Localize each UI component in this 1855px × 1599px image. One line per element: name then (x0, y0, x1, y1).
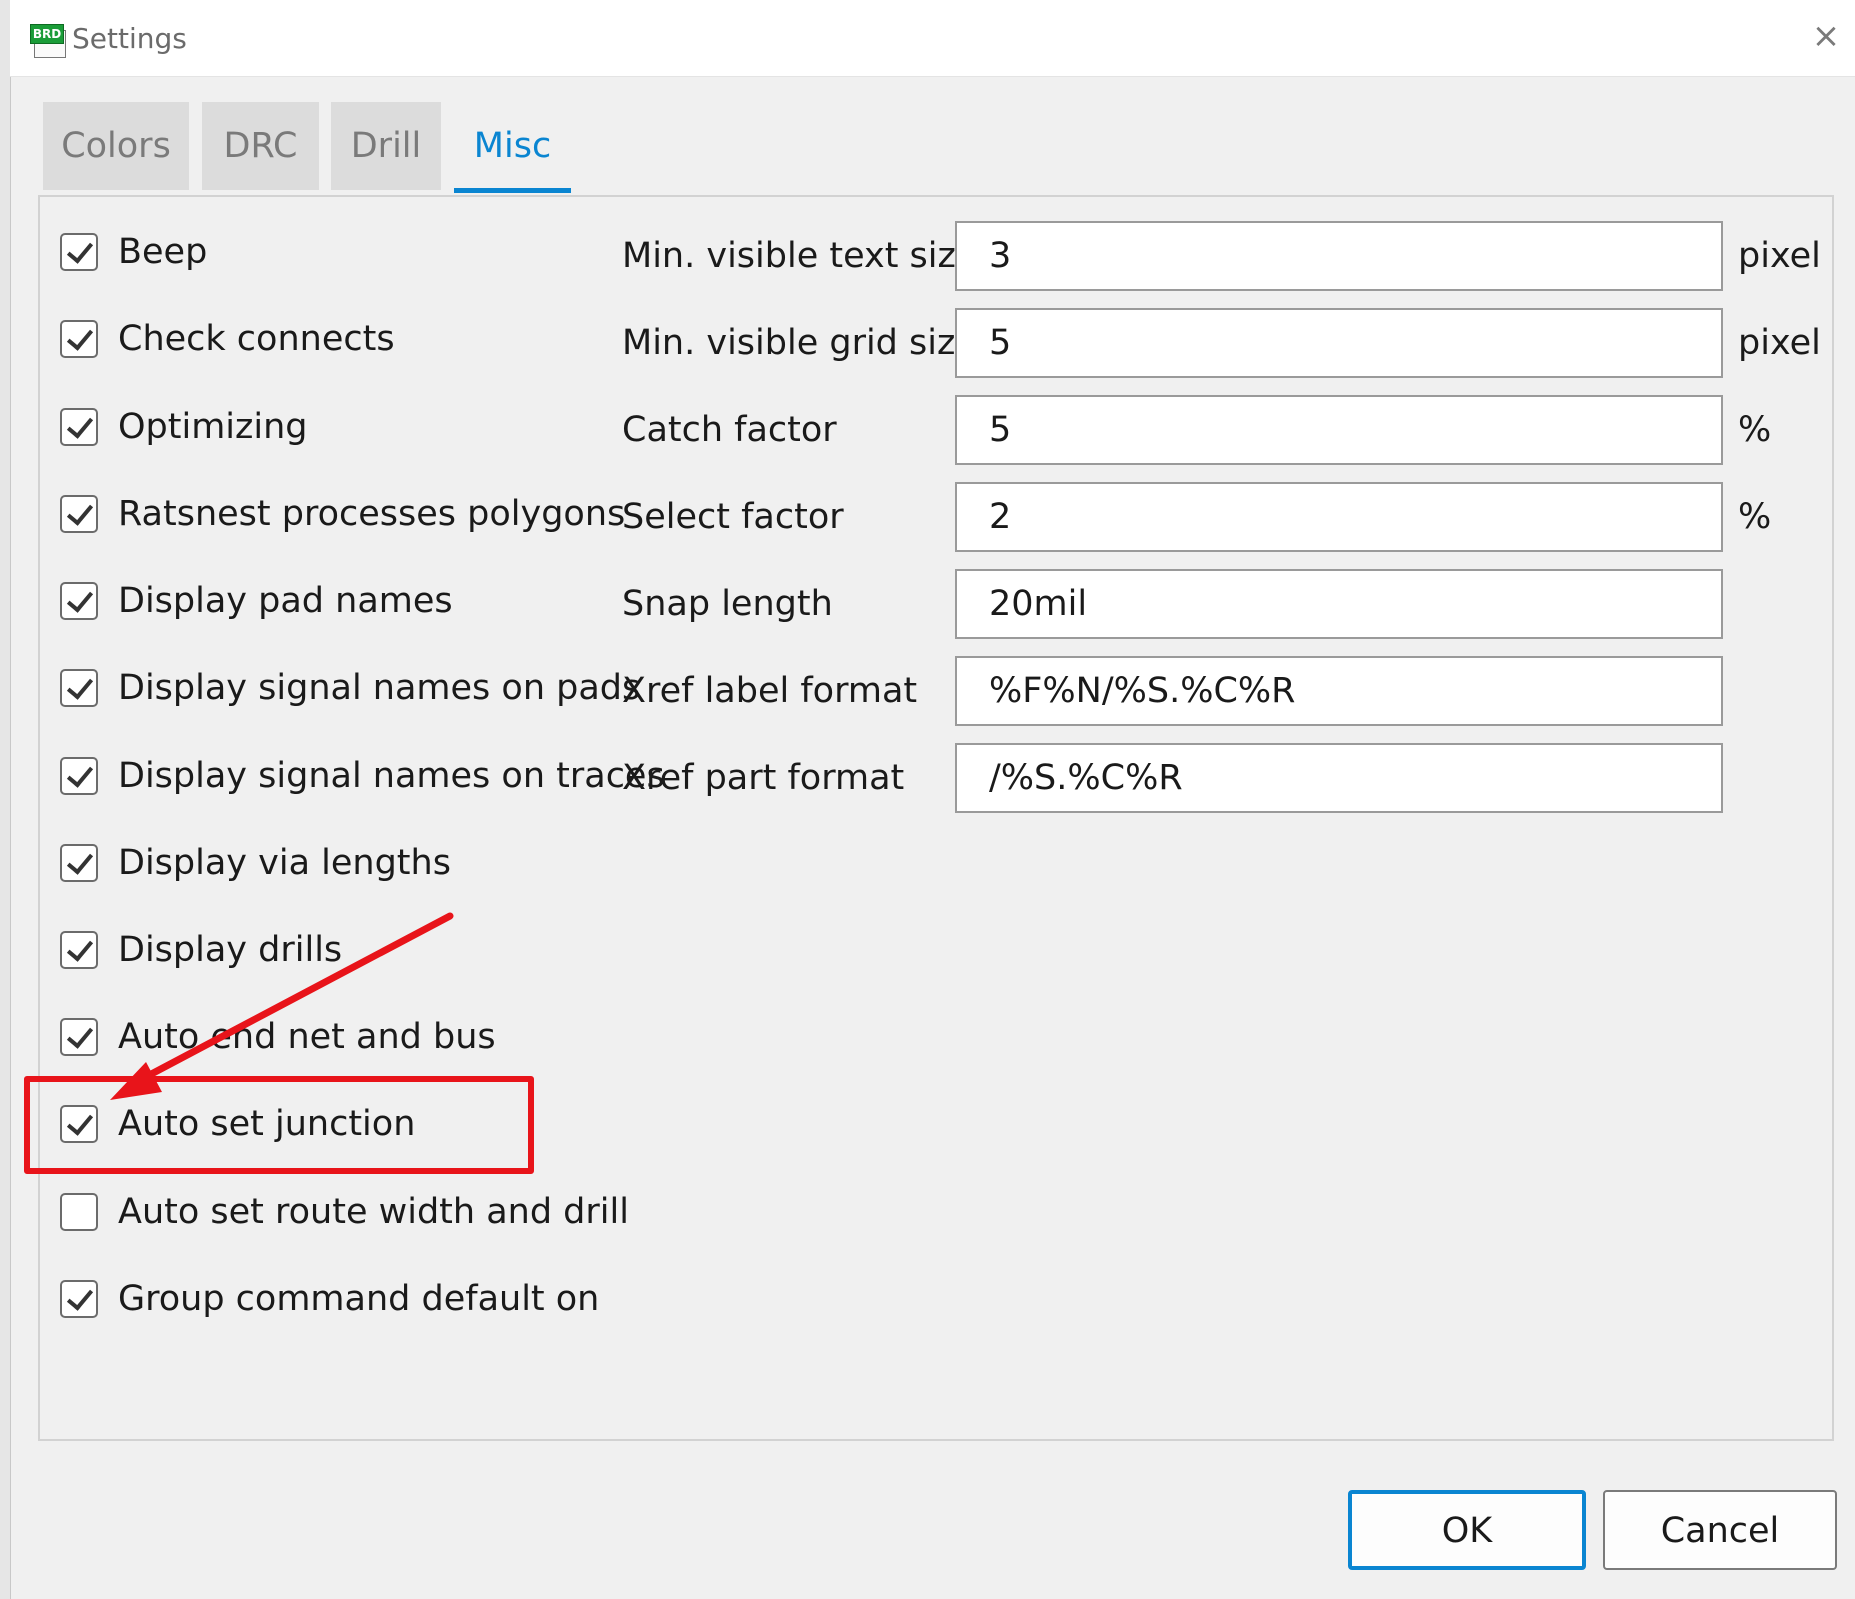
annotation-arrow-shaft (136, 912, 454, 1084)
annotation-arrow-head (110, 1062, 162, 1100)
annotation-arrow (110, 912, 454, 1100)
